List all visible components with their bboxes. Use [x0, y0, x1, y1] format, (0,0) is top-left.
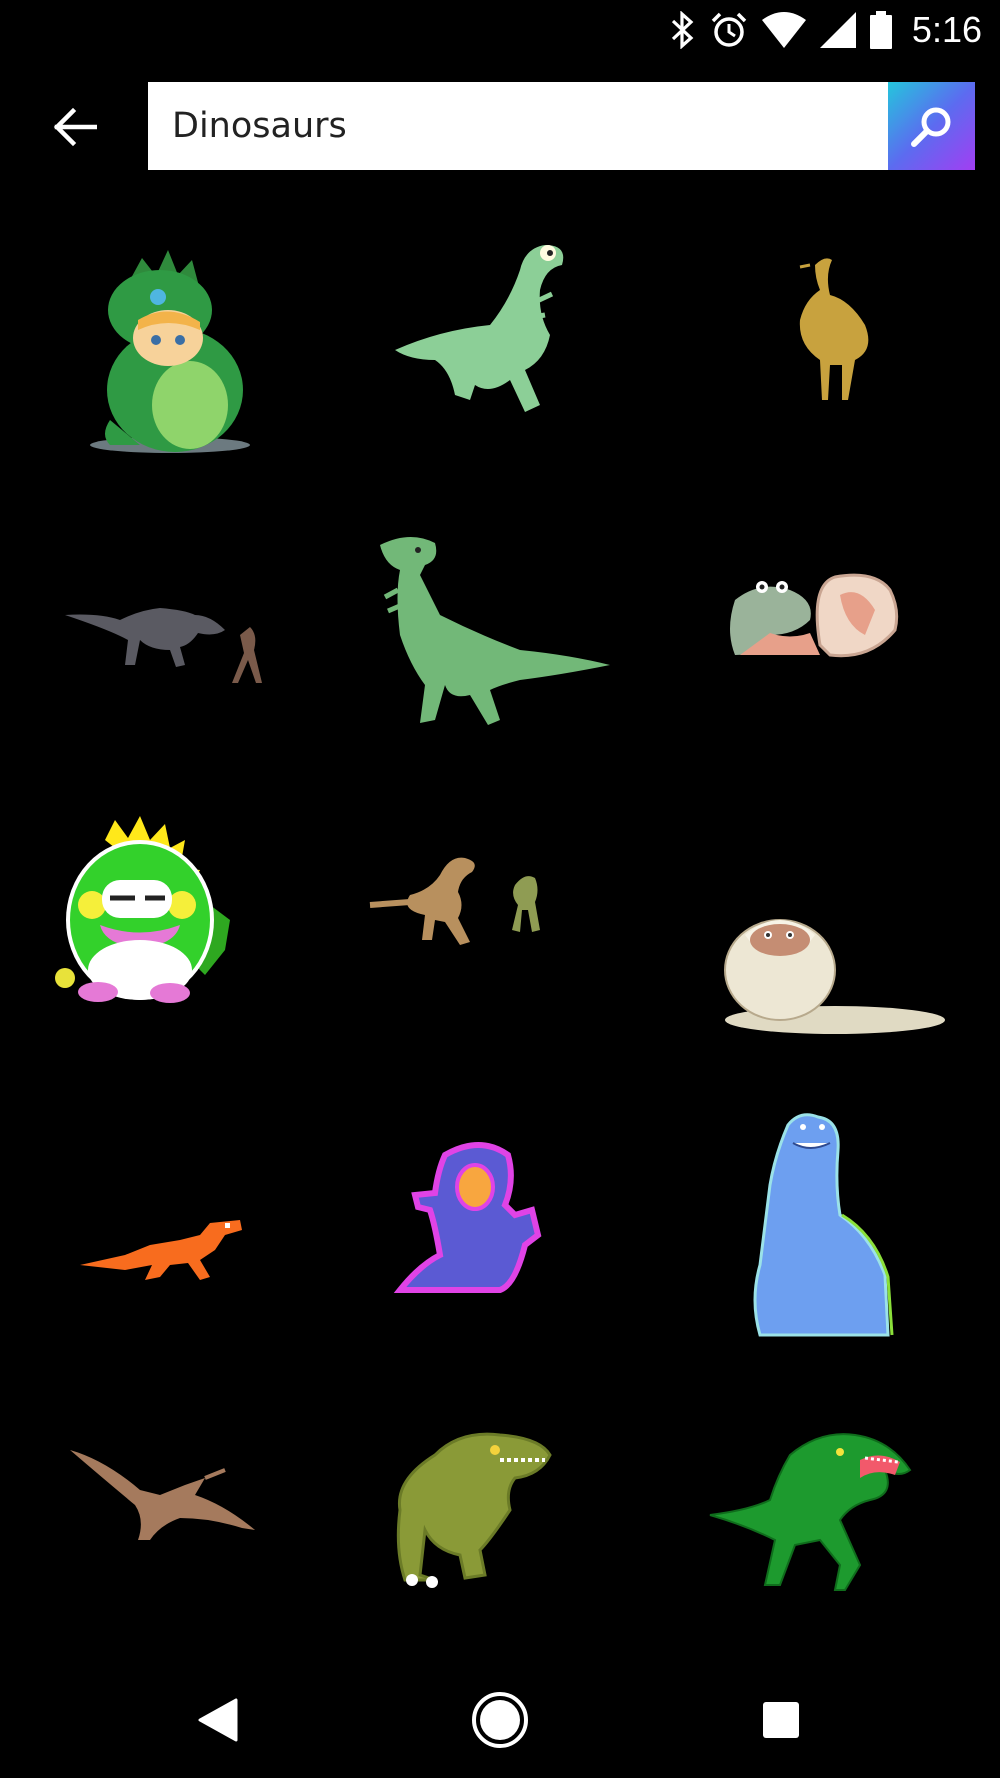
- search-button[interactable]: [888, 82, 975, 170]
- dinosaur-frog-image: [369, 857, 540, 945]
- search-input[interactable]: [148, 82, 888, 170]
- pixel-raptor-image: [80, 1220, 242, 1280]
- baby-dinosaur-costume-image: [90, 250, 250, 453]
- green-trex-image: [380, 536, 610, 725]
- neon-pixel-trex-image: [393, 1142, 542, 1293]
- back-button[interactable]: [40, 92, 110, 162]
- gif-result-olive-trex[interactable]: [340, 1400, 660, 1690]
- trex-chase-image: [65, 608, 262, 683]
- gif-result-neon-pixel-trex[interactable]: [340, 1105, 660, 1395]
- status-time: 5:16: [911, 9, 982, 50]
- gif-result-crocodile-egg[interactable]: [670, 515, 990, 805]
- bluetooth-icon: [670, 11, 696, 49]
- olive-trex-image: [396, 1432, 552, 1588]
- status-icons: 5:16: [670, 8, 982, 52]
- bubble-dragon-image: [55, 816, 230, 1003]
- nav-home-button[interactable]: [465, 1690, 535, 1750]
- nav-back-button[interactable]: [183, 1690, 253, 1750]
- arrow-left-icon: [53, 107, 97, 147]
- gif-result-green-trex[interactable]: [340, 515, 660, 805]
- gif-result-running-dinosaur[interactable]: [340, 220, 660, 510]
- recents-square-icon: [763, 1702, 799, 1738]
- crocodile-egg-image: [730, 573, 899, 658]
- running-dinosaur-image: [395, 245, 564, 412]
- gif-result-bubble-dragon[interactable]: [10, 810, 330, 1100]
- nav-recents-button[interactable]: [746, 1690, 816, 1750]
- ostrich-dinosaur-image: [799, 258, 869, 400]
- gif-result-green-roaring-trex[interactable]: [670, 1400, 990, 1690]
- hatching-egg-image: [724, 919, 945, 1034]
- gif-results-grid: [0, 200, 1000, 1640]
- green-roaring-trex-image: [709, 1433, 912, 1591]
- gif-result-hatching-egg[interactable]: [670, 810, 990, 1100]
- gif-result-baby-dinosaur-costume[interactable]: [10, 220, 330, 510]
- search-icon: [910, 107, 950, 147]
- home-circle-icon: [472, 1692, 528, 1748]
- search-box: [148, 82, 888, 170]
- gif-result-pterodactyl[interactable]: [10, 1400, 330, 1690]
- gif-result-trex-chase[interactable]: [10, 515, 330, 805]
- cell-signal-icon: [819, 12, 856, 48]
- gif-result-blue-longneck[interactable]: [670, 1105, 990, 1395]
- battery-icon: [869, 11, 892, 49]
- gif-result-ostrich-dinosaur[interactable]: [670, 220, 990, 510]
- gif-result-dinosaur-frog[interactable]: [340, 810, 660, 1100]
- wifi-icon: [761, 12, 806, 48]
- blue-longneck-image: [753, 1113, 894, 1337]
- back-triangle-icon: [198, 1698, 238, 1742]
- pterodactyl-image: [70, 1450, 255, 1540]
- alarm-icon: [710, 11, 748, 49]
- status-bar: 5:16: [0, 0, 1000, 60]
- navigation-bar: [0, 1660, 1000, 1778]
- gif-result-pixel-raptor[interactable]: [10, 1105, 330, 1395]
